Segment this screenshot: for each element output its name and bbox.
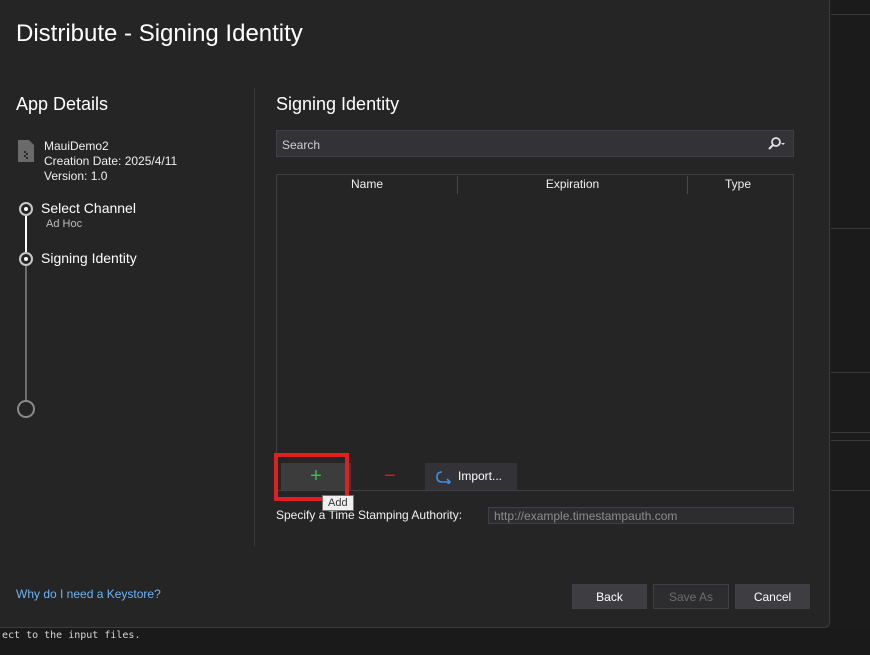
app-creation-date: Creation Date: 2025/4/11: [44, 154, 178, 168]
add-tooltip: Add: [322, 495, 354, 511]
app-name: MauiDemo2: [44, 139, 109, 153]
identity-toolbar: + − Import...: [276, 463, 794, 491]
import-arrow-icon: [436, 471, 452, 484]
search-icon[interactable]: [765, 136, 787, 152]
save-as-button[interactable]: Save As: [653, 584, 729, 609]
background-window-edge: [831, 0, 870, 655]
distribute-dialog: Distribute - Signing Identity App Detail…: [0, 0, 830, 628]
app-info: MauiDemo2 Creation Date: 2025/4/11 Versi…: [44, 139, 177, 184]
back-button[interactable]: Back: [572, 584, 647, 609]
cancel-button[interactable]: Cancel: [735, 584, 810, 609]
step-signing-identity-label[interactable]: Signing Identity: [41, 250, 137, 266]
step-select-channel-indicator: [19, 202, 33, 216]
app-version: Version: 1.0: [44, 169, 108, 183]
tsa-url-input[interactable]: [488, 507, 794, 524]
step-select-channel-label[interactable]: Select Channel: [41, 200, 136, 216]
step-connector-pending: [25, 266, 27, 400]
step-select-channel-value: Ad Hoc: [46, 218, 83, 230]
import-button[interactable]: Import...: [425, 463, 517, 490]
app-details-heading: App Details: [16, 94, 109, 114]
add-button-highlight: [274, 453, 349, 501]
step-connector-completed: [25, 216, 27, 252]
remove-button[interactable]: −: [355, 463, 425, 490]
minus-icon: −: [384, 465, 396, 487]
column-header-name[interactable]: Name: [277, 175, 457, 194]
console-output-text: ect to the input files.: [2, 630, 141, 641]
column-header-type[interactable]: Type: [688, 175, 788, 194]
search-input[interactable]: [277, 131, 764, 158]
app-file-icon: [18, 140, 34, 162]
import-label: Import...: [458, 469, 503, 483]
step-final-indicator: [17, 400, 35, 418]
identity-table: Name Expiration Type: [276, 174, 794, 464]
signing-identity-heading: Signing Identity: [276, 94, 400, 114]
column-header-expiration[interactable]: Expiration: [458, 175, 687, 194]
panel-divider: [254, 88, 255, 546]
keystore-help-link[interactable]: Why do I need a Keystore?: [16, 587, 161, 601]
step-signing-identity-indicator: [19, 252, 33, 266]
dialog-title: Distribute - Signing Identity: [16, 20, 303, 47]
tsa-label: Specify a Time Stamping Authority:: [276, 508, 463, 522]
search-box: [276, 130, 794, 158]
